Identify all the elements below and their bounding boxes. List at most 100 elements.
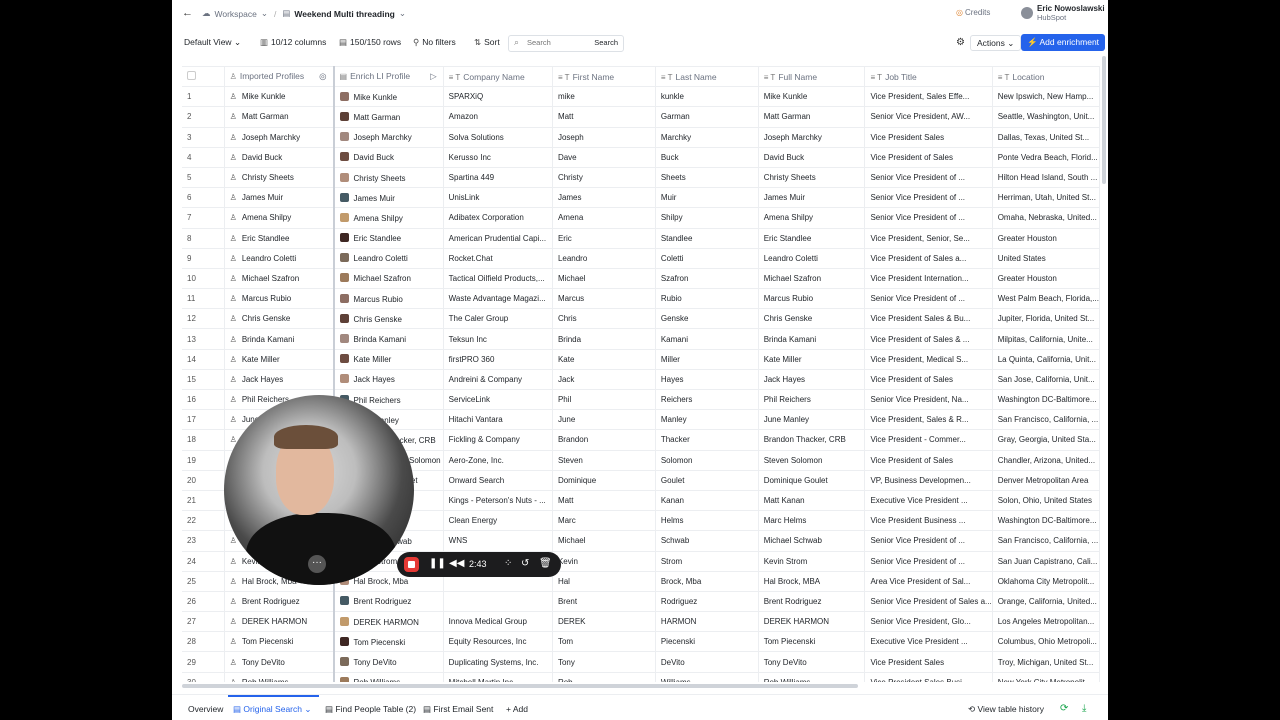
cell-job-title[interactable]: Vice President of Sales — [864, 369, 993, 391]
stop-recording-button[interactable] — [404, 557, 419, 572]
cell-job-title[interactable]: Vice President of Sales a... — [864, 248, 993, 269]
cell-last-name[interactable]: Sheets — [655, 167, 759, 189]
cell-job-title[interactable]: Senior Vice President, Glo... — [864, 611, 993, 633]
trash-icon[interactable]: 🗑 — [539, 558, 552, 569]
cell-first-name[interactable]: Brent — [552, 591, 656, 613]
rows-button[interactable]: ▤ 150/150 rows — [339, 37, 401, 48]
table-row[interactable]: 5 ♙ Christy Sheets Christy Sheets Spartina 4… — [182, 167, 1100, 189]
chevron-down-icon[interactable]: ⌄ — [261, 8, 268, 19]
table-row[interactable]: 29 ♙ Tony DeVito Tony DeVito Duplicating Sys… — [182, 651, 1100, 673]
cell-location[interactable]: Columbus, Ohio Metropoli... — [992, 631, 1100, 653]
cell-location[interactable]: San Juan Capistrano, Cali... — [992, 551, 1100, 572]
cell-job-title[interactable]: Senior Vice President of ... — [864, 187, 993, 209]
cell-company[interactable]: SPARXiQ — [443, 86, 553, 108]
cell-full-name[interactable]: Mike Kunkle — [758, 86, 866, 108]
tab-find-people[interactable]: ▤ Find People Table (2) — [325, 704, 416, 715]
cell-last-name[interactable]: Manley — [655, 409, 759, 431]
credits-link[interactable]: ◎ Credits — [956, 8, 990, 17]
cell-company[interactable]: firstPRO 360 — [443, 349, 553, 370]
cell-imported-profile[interactable]: ♙ Brinda Kamani — [224, 328, 335, 350]
cell-full-name[interactable]: Michael Schwab — [758, 530, 866, 552]
cell-company[interactable]: Clean Energy — [443, 510, 553, 532]
cell-first-name[interactable]: Christy — [552, 167, 656, 189]
cell-first-name[interactable]: Steven — [552, 450, 656, 471]
cell-imported-profile[interactable]: ♙ Chris Genske — [224, 308, 335, 330]
cell-last-name[interactable]: Williams — [655, 672, 759, 682]
cell-company[interactable]: American Prudential Capi... — [443, 228, 553, 249]
cell-imported-profile[interactable]: ♙ Joseph Marchky — [224, 127, 335, 148]
cell-enrich-profile[interactable]: Brent Rodriguez — [333, 591, 444, 613]
cell-location[interactable]: La Quinta, California, Unit... — [992, 349, 1100, 370]
refresh-icon[interactable]: ⟳ — [1060, 703, 1068, 714]
cell-job-title[interactable]: Vice President Sales Busi... — [864, 672, 993, 682]
cell-full-name[interactable]: Jack Hayes — [758, 369, 866, 391]
cell-enrich-profile[interactable]: Leandro Coletti — [333, 248, 444, 269]
cell-first-name[interactable]: James — [552, 187, 656, 209]
cell-first-name[interactable]: Kate — [552, 349, 656, 370]
column-header[interactable]: ≡ T Last Name — [655, 66, 759, 88]
cell-job-title[interactable]: Vice President of Sales — [864, 450, 993, 471]
cell-full-name[interactable]: Joseph Marchky — [758, 127, 866, 148]
cell-company[interactable]: UnisLink — [443, 187, 553, 209]
cell-job-title[interactable]: Senior Vice President of ... — [864, 288, 993, 310]
cell-last-name[interactable]: Helms — [655, 510, 759, 532]
table-row[interactable]: 4 ♙ David Buck David Buck Kerusso Inc Dave Buc… — [182, 147, 1100, 168]
cell-first-name[interactable]: Michael — [552, 268, 656, 290]
cell-first-name[interactable]: Hal — [552, 571, 656, 592]
cell-location[interactable]: Los Angeles Metropolitan... — [992, 611, 1100, 633]
cell-full-name[interactable]: June Manley — [758, 409, 866, 431]
column-header[interactable]: ▤ Enrich LI Profile ▷ — [333, 66, 444, 88]
cell-first-name[interactable]: Leandro — [552, 248, 656, 269]
breadcrumb-workspace[interactable]: Workspace — [215, 9, 257, 19]
cell-job-title[interactable]: Vice President Internation... — [864, 268, 993, 290]
cell-imported-profile[interactable]: ♙ Rob Williams — [224, 672, 335, 682]
target-icon[interactable]: ◎ — [319, 71, 326, 82]
cell-full-name[interactable]: Brent Rodriguez — [758, 591, 866, 613]
column-header[interactable]: ≡ T Location — [992, 66, 1100, 88]
cell-last-name[interactable]: Coletti — [655, 248, 759, 269]
cell-first-name[interactable]: Kevin — [552, 551, 656, 572]
cell-full-name[interactable]: David Buck — [758, 147, 866, 168]
cell-full-name[interactable]: Marc Helms — [758, 510, 866, 532]
cell-job-title[interactable]: Vice President Sales — [864, 651, 993, 673]
cell-job-title[interactable]: Senior Vice President, AW... — [864, 106, 993, 128]
cell-enrich-profile[interactable]: Michael Szafron — [333, 268, 444, 290]
table-row[interactable]: 10 ♙ Michael Szafron Michael Szafron Tactica… — [182, 268, 1100, 290]
column-header[interactable]: ≡ T Job Title — [864, 66, 993, 88]
cell-location[interactable]: West Palm Beach, Florida,... — [992, 288, 1100, 310]
user-menu[interactable]: Eric Nowoslawski HubSpot — [1021, 4, 1105, 22]
table-row[interactable]: 8 ♙ Eric Standlee Eric Standlee American Pru… — [182, 228, 1100, 249]
cell-last-name[interactable]: Strom — [655, 551, 759, 572]
cell-enrich-profile[interactable]: Tony DeVito — [333, 651, 444, 673]
cell-full-name[interactable]: Leandro Coletti — [758, 248, 866, 269]
cell-imported-profile[interactable]: ♙ Matt Garman — [224, 106, 335, 128]
table-row[interactable]: 11 ♙ Marcus Rubio Marcus Rubio Waste Advanta… — [182, 288, 1100, 310]
cell-company[interactable]: Waste Advantage Magazi... — [443, 288, 553, 310]
cell-location[interactable]: Greater Houston — [992, 228, 1100, 249]
table-row[interactable]: 2 ♙ Matt Garman Matt Garman Amazon Matt Garman… — [182, 106, 1100, 128]
cell-last-name[interactable]: Reichers — [655, 389, 759, 411]
cell-location[interactable]: Denver Metropolitan Area — [992, 470, 1100, 491]
view-selector[interactable]: Default View ⌄ — [184, 37, 241, 48]
cell-job-title[interactable]: Senior Vice President of ... — [864, 530, 993, 552]
cell-company[interactable]: Solva Solutions — [443, 127, 553, 148]
cell-imported-profile[interactable]: ♙ Mike Kunkle — [224, 86, 335, 108]
cell-location[interactable]: Oklahoma City Metropolit... — [992, 571, 1100, 592]
cell-enrich-profile[interactable]: Jack Hayes — [333, 369, 444, 391]
cell-enrich-profile[interactable]: Marcus Rubio — [333, 288, 444, 310]
cell-company[interactable]: Kings - Peterson's Nuts - ... — [443, 490, 553, 512]
actions-button[interactable]: Actions ⌄ — [970, 35, 1022, 51]
table-row[interactable]: 3 ♙ Joseph Marchky Joseph Marchky Solva Solu… — [182, 127, 1100, 148]
cell-first-name[interactable]: Dave — [552, 147, 656, 168]
cell-company[interactable]: Hitachi Vantara — [443, 409, 553, 431]
cell-company[interactable]: Amazon — [443, 106, 553, 128]
cell-job-title[interactable]: Vice President, Sales Effe... — [864, 86, 993, 108]
column-header[interactable]: ≡ T First Name — [552, 66, 656, 88]
cell-job-title[interactable]: Senior Vice President of ... — [864, 167, 993, 189]
cell-imported-profile[interactable]: ♙ Michael Szafron — [224, 268, 335, 290]
cell-location[interactable]: Ponte Vedra Beach, Florid... — [992, 147, 1100, 168]
cell-full-name[interactable]: Steven Solomon — [758, 450, 866, 471]
table-row[interactable]: 14 ♙ Kate Miller Kate Miller firstPRO 360 Kat… — [182, 349, 1100, 370]
cell-job-title[interactable]: Vice President - Commer... — [864, 429, 993, 451]
chevron-down-icon[interactable]: ⌄ — [399, 8, 406, 19]
